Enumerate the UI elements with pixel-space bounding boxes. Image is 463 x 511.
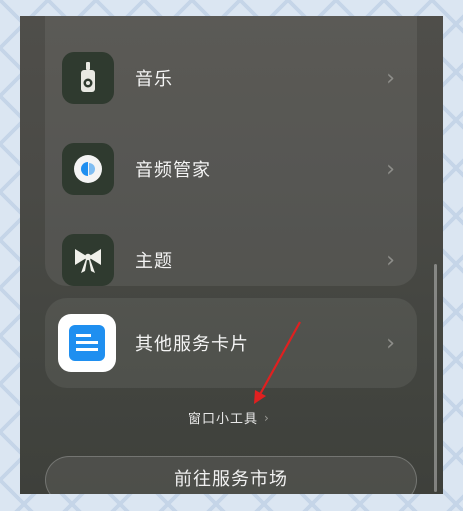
chevron-right-icon: › — [383, 65, 397, 91]
chevron-right-icon: › — [264, 410, 270, 425]
list-item-theme[interactable]: 主题 › — [45, 224, 417, 296]
bow-theme-icon — [62, 234, 114, 286]
other-services-card[interactable]: 其他服务卡片 › — [45, 298, 417, 388]
scrollbar[interactable] — [434, 264, 437, 492]
chevron-right-icon: › — [383, 247, 397, 273]
list-item-other-services[interactable]: 其他服务卡片 › — [45, 307, 417, 379]
widgets-link[interactable]: 窗口小工具 › — [188, 408, 270, 428]
audio-manager-icon — [62, 143, 114, 195]
chevron-right-icon: › — [383, 156, 397, 182]
go-to-service-market-button[interactable]: 前往服务市场 — [45, 456, 417, 494]
item-label: 其他服务卡片 — [135, 334, 249, 355]
item-label: 音频管家 — [135, 160, 211, 181]
chevron-right-icon: › — [383, 330, 397, 356]
services-card: 音乐 › 音频管家 › 主题 › — [45, 16, 417, 286]
market-button-label: 前往服务市场 — [174, 469, 288, 490]
widgets-link-label: 窗口小工具 — [188, 412, 259, 427]
service-card-icon — [58, 314, 116, 372]
item-label: 音乐 — [135, 69, 173, 90]
phone-screen: 音乐 › 音频管家 › 主题 › 其他服务卡片 › 窗口小工具 › 前往服务市场 — [20, 16, 443, 494]
item-label: 主题 — [135, 251, 173, 272]
list-item-audio-manager[interactable]: 音频管家 › — [45, 133, 417, 205]
list-item-music[interactable]: 音乐 › — [45, 42, 417, 114]
music-player-icon — [62, 52, 114, 104]
